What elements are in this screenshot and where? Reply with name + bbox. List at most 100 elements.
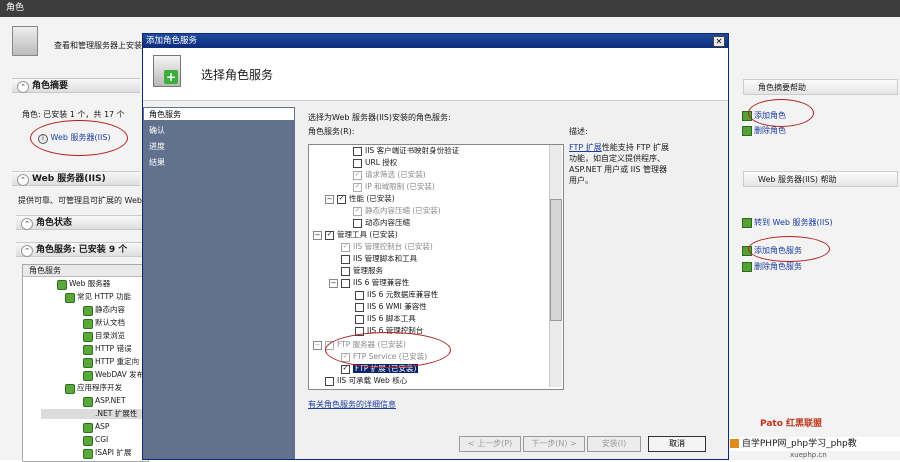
- tree-item[interactable]: IIS 客户端证书映射身份验证: [353, 145, 459, 156]
- checkbox[interactable]: [341, 254, 350, 264]
- installed-icon: [83, 371, 93, 381]
- dialog-heading: 选择角色服务: [201, 68, 274, 82]
- installed-icon: [65, 384, 75, 394]
- add-icon: +: [164, 70, 178, 84]
- tree-item[interactable]: − IIS 6 管理兼容性: [329, 277, 409, 288]
- list-item[interactable]: HTTP 错误: [83, 344, 132, 355]
- actions-panel: 角色摘要帮助 添加角色 删除角色 Web 服务器(IIS) 帮助 转到 Web …: [740, 17, 900, 460]
- checkbox[interactable]: [353, 206, 362, 216]
- watermark-text: 自学PHP网_php学习_php教: [730, 437, 900, 451]
- checkbox[interactable]: [353, 218, 362, 228]
- checkbox[interactable]: [355, 302, 364, 312]
- description-link[interactable]: FTP 扩展: [569, 143, 602, 152]
- list-item[interactable]: ISAPI 扩展: [83, 448, 131, 459]
- more-info-link[interactable]: 有关角色服务的详细信息: [308, 399, 396, 410]
- collapse-icon[interactable]: −: [329, 278, 338, 288]
- tree-item[interactable]: IP 和域限制 (已安装): [353, 181, 435, 192]
- tree-item[interactable]: 动态内容压缩: [353, 217, 410, 228]
- collapse-icon[interactable]: ⌃: [21, 218, 33, 230]
- tree-item[interactable]: 管理服务: [341, 265, 383, 276]
- checkbox[interactable]: [355, 290, 364, 300]
- checkbox[interactable]: [341, 242, 350, 252]
- tree-item[interactable]: IIS 6 元数据库兼容性: [355, 289, 438, 300]
- list-item[interactable]: 常见 HTTP 功能: [65, 292, 131, 303]
- tree-item[interactable]: IIS 管理控制台 (已安装): [341, 241, 433, 252]
- checkbox[interactable]: [353, 182, 362, 192]
- list-item[interactable]: CGI: [83, 435, 108, 446]
- role-status-title: 角色状态: [36, 218, 73, 228]
- web-server-desc: 提供可靠、可管理且可扩展的 Web 应用程序基础结构。: [18, 196, 142, 205]
- list-item[interactable]: 目录浏览: [83, 331, 125, 342]
- role-services-header[interactable]: ⌃ 角色服务: 已安装 9 个: [16, 242, 142, 257]
- instruction: 选择为Web 服务器(IIS)安装的角色服务:: [308, 113, 451, 122]
- tree-item[interactable]: −性能 (已安装): [325, 193, 395, 204]
- next-button[interactable]: 下一步(N) >: [523, 436, 585, 452]
- web-server-header[interactable]: ⌃ Web 服务器(IIS): [12, 171, 140, 186]
- tree-item[interactable]: 静态内容压缩 (已安装): [353, 205, 441, 216]
- prev-button[interactable]: < 上一步(P): [459, 436, 521, 452]
- dialog-title-bar[interactable]: 添加角色服务 ✕: [143, 34, 728, 48]
- tree-item[interactable]: IIS 管理脚本和工具: [341, 253, 417, 264]
- tree-item[interactable]: IIS 6 脚本工具: [355, 313, 416, 324]
- list-item[interactable]: 静态内容: [83, 305, 125, 316]
- goto-web-server-link[interactable]: 转到 Web 服务器(IIS): [742, 217, 833, 228]
- collapse-icon[interactable]: ⌃: [21, 245, 33, 257]
- checkbox[interactable]: [353, 146, 362, 156]
- install-button[interactable]: 安装(I): [587, 436, 641, 452]
- collapse-icon[interactable]: ⌃: [17, 81, 29, 93]
- goto-icon: [742, 218, 752, 228]
- installed-icon: [83, 436, 93, 446]
- cancel-button[interactable]: 取消: [648, 436, 706, 452]
- tree-item[interactable]: IIS 可承载 Web 核心: [325, 375, 407, 386]
- role-services-title: 角色服务: 已安装 9 个: [36, 245, 128, 255]
- checkbox[interactable]: [341, 278, 350, 288]
- remove-role-services-link[interactable]: 删除角色服务: [742, 261, 802, 272]
- collapse-icon[interactable]: ⌃: [17, 174, 29, 186]
- list-item[interactable]: Web 服务器: [57, 279, 110, 290]
- roles-summary-help-header[interactable]: 角色摘要帮助: [743, 79, 898, 95]
- tree-item[interactable]: 请求筛选 (已安装): [353, 169, 426, 180]
- checkbox[interactable]: [325, 376, 334, 386]
- checkbox[interactable]: [355, 314, 364, 324]
- watermark-logo: Pato 红黑联盟: [760, 419, 823, 429]
- collapse-icon[interactable]: −: [313, 230, 322, 240]
- role-status-header[interactable]: ⌃ 角色状态: [16, 215, 142, 230]
- list-item[interactable]: ASP: [83, 422, 109, 433]
- installed-icon: [57, 280, 67, 290]
- web-server-help-header[interactable]: Web 服务器(IIS) 帮助: [743, 171, 898, 187]
- installed-icon: [83, 345, 93, 355]
- nav-item-results[interactable]: 结果: [149, 157, 165, 168]
- nav-item-role-services[interactable]: 角色服务: [149, 109, 181, 120]
- window-title: 角色: [0, 0, 900, 17]
- close-icon[interactable]: ✕: [713, 36, 725, 47]
- highlight-oval: [325, 332, 451, 368]
- nav-item-confirm[interactable]: 确认: [149, 125, 165, 136]
- tree-item[interactable]: −管理工具 (已安装): [313, 229, 398, 240]
- checkbox[interactable]: [341, 364, 350, 374]
- collapse-icon[interactable]: −: [313, 340, 322, 350]
- roles-summary-header[interactable]: ⌃ 角色摘要: [12, 78, 140, 93]
- nav-item-progress[interactable]: 进度: [149, 141, 165, 152]
- checkbox[interactable]: [325, 230, 334, 240]
- tree-label: 角色服务(R):: [308, 127, 355, 136]
- list-item[interactable]: 应用程序开发: [65, 383, 122, 394]
- list-item[interactable]: HTTP 重定向: [83, 357, 139, 368]
- list-item-selected[interactable]: .NET 扩展性: [41, 409, 147, 419]
- checkbox[interactable]: [341, 266, 350, 276]
- checkbox[interactable]: [337, 194, 346, 204]
- tree-item[interactable]: IIS 6 WMI 兼容性: [355, 301, 427, 312]
- scrollbar-thumb[interactable]: [550, 199, 562, 321]
- installed-icon: [65, 293, 75, 303]
- remove-role-services-icon: [742, 262, 752, 272]
- list-item[interactable]: WebDAV 发布: [83, 370, 144, 381]
- list-item[interactable]: ASP.NET: [83, 396, 126, 407]
- role-services-list[interactable]: 角色服务 Web 服务器 常见 HTTP 功能 静态内容 默认文档 目录浏览 H…: [22, 264, 149, 462]
- tree-item[interactable]: URL 授权: [353, 157, 397, 168]
- checkbox[interactable]: [353, 170, 362, 180]
- checkbox[interactable]: [353, 158, 362, 168]
- dialog-header: + 选择角色服务: [143, 48, 728, 101]
- installed-icon: [83, 397, 93, 407]
- collapse-icon[interactable]: −: [325, 194, 334, 204]
- list-item[interactable]: 默认文档: [83, 318, 125, 329]
- roles-count: 角色: 已安装 1 个，共 17 个: [22, 110, 125, 119]
